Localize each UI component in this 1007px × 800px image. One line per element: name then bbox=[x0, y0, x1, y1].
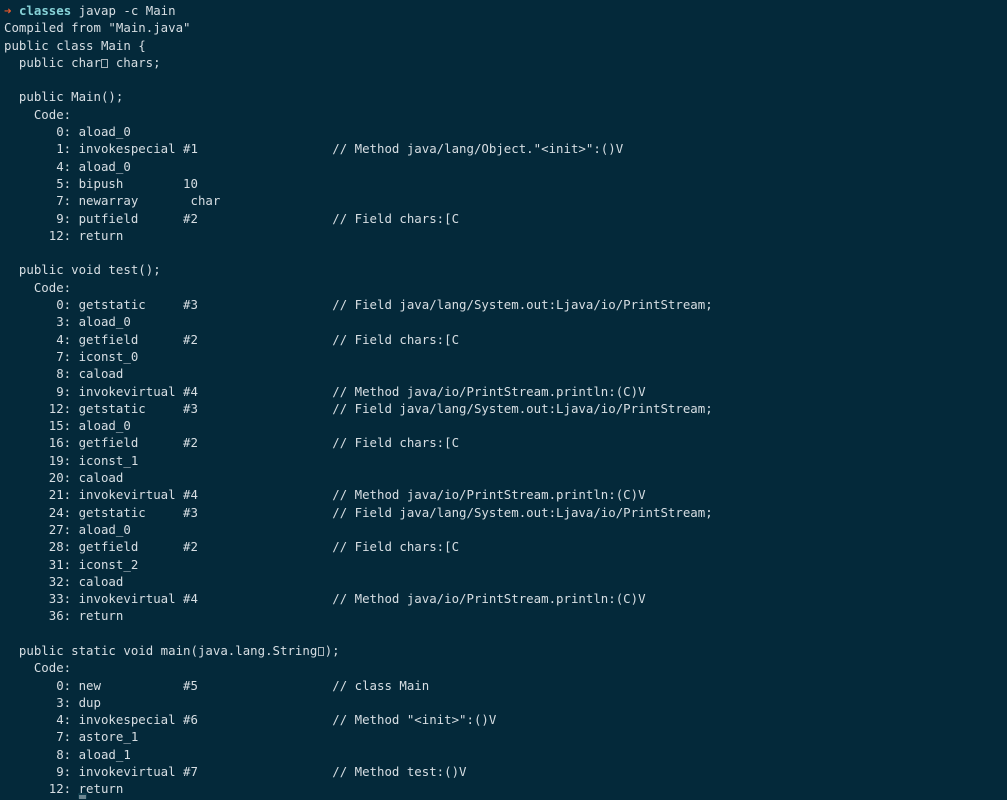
output-line: 27: aload_0 bbox=[4, 521, 131, 537]
output-line: 12: return bbox=[4, 781, 124, 797]
output-line: public void test(); bbox=[4, 262, 161, 278]
terminal-output: Compiled from "Main.java" public class Ma… bbox=[0, 19, 1007, 800]
output-line: 1: invokespecial #1 // Method java/lang/… bbox=[4, 141, 624, 157]
output-line: 28: getfield #2 // Field chars:[C bbox=[4, 539, 460, 555]
output-line: 15: aload_0 bbox=[4, 418, 131, 434]
output-line: 7: astore_1 bbox=[4, 729, 139, 745]
output-line: 36: return bbox=[4, 608, 124, 624]
output-line: public class Main { bbox=[4, 37, 146, 53]
output-line: 0: new #5 // class Main bbox=[4, 677, 430, 693]
output-line: 9: putfield #2 // Field chars:[C bbox=[4, 210, 460, 226]
terminal-window[interactable]: ➜ classes javap -c Main Compiled from "M… bbox=[0, 0, 1007, 800]
output-line: 12: return bbox=[4, 227, 124, 243]
output-line: public char chars; bbox=[4, 54, 161, 70]
output-line: 9: invokevirtual #4 // Method java/io/Pr… bbox=[4, 383, 646, 399]
output-line: 4: aload_0 bbox=[4, 158, 131, 174]
output-line: 5: bipush 10 bbox=[4, 175, 198, 191]
output-line: 21: invokevirtual #4 // Method java/io/P… bbox=[4, 487, 646, 503]
output-line: 8: aload_1 bbox=[4, 746, 131, 762]
output-line: 31: iconst_2 bbox=[4, 556, 139, 572]
shell-prompt-line: ➜ classes javap -c Main bbox=[0, 2, 1007, 19]
output-line: 7: newarray char bbox=[4, 193, 221, 209]
output-line: 9: invokevirtual #7 // Method test:()V bbox=[4, 764, 467, 780]
missing-glyph-box-icon bbox=[317, 646, 325, 656]
output-line: 3: aload_0 bbox=[4, 314, 131, 330]
output-line: 0: getstatic #3 // Field java/lang/Syste… bbox=[4, 297, 713, 313]
prompt-arrow-icon: ➜ bbox=[4, 3, 12, 18]
output-line: 19: iconst_1 bbox=[4, 452, 139, 468]
output-line: 20: caload bbox=[4, 470, 124, 486]
output-line: 24: getstatic #3 // Field java/lang/Syst… bbox=[4, 504, 713, 520]
output-line: 32: caload bbox=[4, 573, 124, 589]
output-line: 3: dup bbox=[4, 694, 101, 710]
missing-glyph-box-icon bbox=[101, 58, 108, 68]
output-line: public static void main(java.lang.String… bbox=[4, 642, 340, 658]
output-line: 4: getfield #2 // Field chars:[C bbox=[4, 331, 460, 347]
output-line: 16: getfield #2 // Field chars:[C bbox=[4, 435, 460, 451]
output-line: Code: bbox=[4, 106, 72, 122]
output-line: public Main(); bbox=[4, 89, 124, 105]
output-line: 12: getstatic #3 // Field java/lang/Syst… bbox=[4, 400, 713, 416]
output-line: 4: invokespecial #6 // Method "<init>":(… bbox=[4, 712, 497, 728]
output-line: 33: invokevirtual #4 // Method java/io/P… bbox=[4, 591, 646, 607]
output-line: Compiled from "Main.java" bbox=[4, 20, 191, 36]
output-line: 8: caload bbox=[4, 366, 124, 382]
prompt-command: javap -c Main bbox=[78, 3, 176, 18]
prompt-cwd: classes bbox=[18, 3, 72, 18]
next-prompt-partial-glyph bbox=[78, 793, 87, 799]
output-line: 0: aload_0 bbox=[4, 124, 131, 140]
output-line: Code: bbox=[4, 660, 72, 676]
output-line: Code: bbox=[4, 279, 72, 295]
output-line: 7: iconst_0 bbox=[4, 348, 139, 364]
